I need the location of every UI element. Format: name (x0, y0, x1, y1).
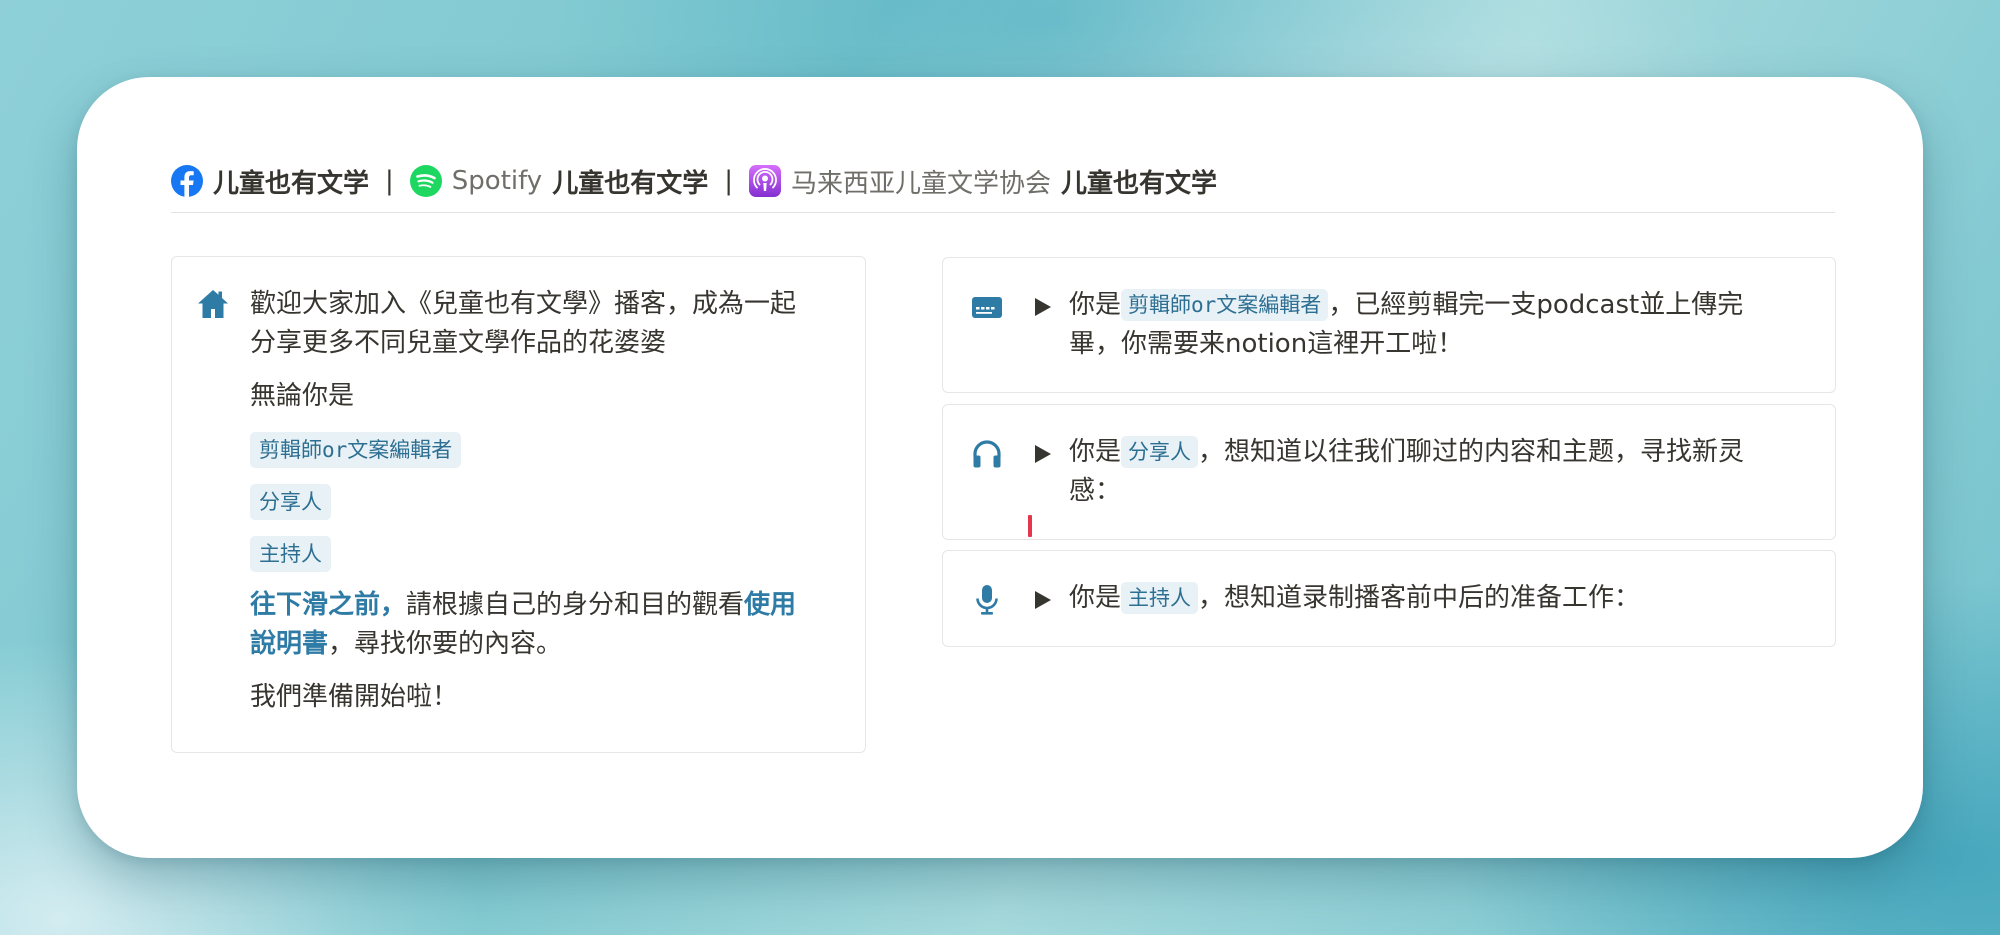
role-tag-sharer: 分享人 (1121, 436, 1199, 468)
toggle-triangle-icon[interactable] (1035, 298, 1051, 316)
spotify-link[interactable]: 儿童也有文学 (552, 163, 708, 200)
podcast-link[interactable]: 儿童也有文学 (1061, 163, 1217, 200)
id-card-icon (970, 290, 1004, 324)
sharer-toggle[interactable]: 你是 分享人 ，想知道以往我们聊过的内容和主题，寻找新灵感： (1069, 433, 1789, 511)
role-tag-host: 主持人 (250, 536, 331, 572)
instruction-mid: 請根據自己的身分和目的觀看 (406, 590, 745, 620)
header-links: 儿童也有文学 | Spotify 儿童也有文学 | 马来西亚儿童文学协会 儿童也… (171, 150, 1835, 213)
role-tag-editor: 剪輯師or文案編輯者 (1121, 289, 1329, 321)
toggle-triangle-icon[interactable] (1035, 445, 1051, 463)
microphone-icon (970, 583, 1004, 617)
role-tag-host: 主持人 (1121, 582, 1199, 614)
separator: | (385, 166, 394, 196)
editor-callout: 你是 剪輯師or文案編輯者 ，已經剪輯完一支podcast並上傳完畢，你需要来not… (942, 257, 1836, 393)
toggle-text: ，想知道录制播客前中后的准备工作： (1198, 583, 1641, 613)
podcast-org-label[interactable]: 马来西亚儿童文学协会 (791, 163, 1051, 200)
spotify-label[interactable]: Spotify (452, 166, 542, 196)
apple-podcasts-icon[interactable] (748, 165, 781, 197)
host-callout: 你是 主持人 ，想知道录制播客前中后的准备工作： (942, 550, 1836, 647)
instruction-text: 往下滑之前，請根據自己的身分和目的觀看使用說明書，尋找你要的內容。 (250, 586, 820, 664)
toggle-prefix: 你是 (1069, 583, 1122, 613)
text-cursor (1028, 515, 1032, 537)
separator: | (724, 166, 733, 196)
instruction-bold: 往下滑之前， (250, 590, 407, 620)
toggle-prefix: 你是 (1069, 290, 1122, 320)
editor-toggle[interactable]: 你是 剪輯師or文案編輯者 ，已經剪輯完一支podcast並上傳完畢，你需要来not… (1069, 286, 1789, 364)
ready-text: 我們準備開始啦！ (250, 682, 459, 712)
facebook-icon[interactable] (171, 165, 203, 197)
role-tag-editor: 剪輯師or文案編輯者 (250, 432, 462, 468)
welcome-content: 歡迎大家加入《兒童也有文學》播客，成為一起分享更多不同兒童文學作品的花婆婆 無論… (250, 285, 820, 731)
sharer-callout: 你是 分享人 ，想知道以往我们聊过的内容和主题，寻找新灵感： (942, 404, 1836, 540)
whoever-text: 無論你是 (250, 381, 355, 411)
home-icon (196, 287, 230, 321)
instruction-end: ，尋找你要的內容。 (328, 629, 563, 659)
toggle-prefix: 你是 (1069, 437, 1122, 467)
toggle-triangle-icon[interactable] (1035, 591, 1051, 609)
role-tag-sharer: 分享人 (250, 484, 331, 520)
welcome-text: 歡迎大家加入《兒童也有文學》播客，成為一起分享更多不同兒童文學作品的花婆婆 (250, 289, 797, 358)
facebook-link[interactable]: 儿童也有文学 (213, 163, 369, 200)
headphones-icon (970, 437, 1004, 471)
welcome-callout: 歡迎大家加入《兒童也有文學》播客，成為一起分享更多不同兒童文學作品的花婆婆 無論… (171, 256, 866, 753)
host-toggle[interactable]: 你是 主持人 ，想知道录制播客前中后的准备工作： (1069, 579, 1789, 618)
spotify-icon[interactable] (409, 165, 442, 197)
